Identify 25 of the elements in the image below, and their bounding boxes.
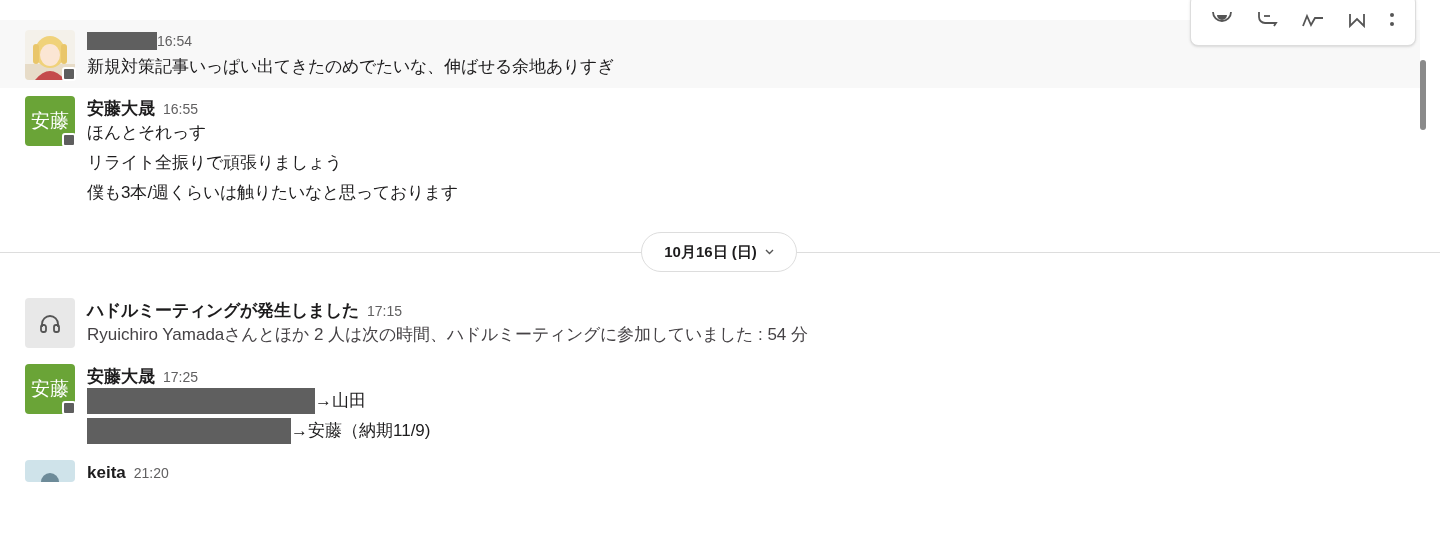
message-text: リライト全振りで頑張りましょう	[87, 152, 342, 175]
huddle-title: ハドルミーティングが発生しました	[87, 300, 359, 322]
timestamp[interactable]: 17:25	[163, 367, 199, 388]
message-text: ほんとそれっす	[87, 122, 206, 145]
timestamp[interactable]: 17:15	[367, 301, 403, 322]
sender-name[interactable]: 安藤大晟	[87, 96, 155, 122]
more-icon[interactable]	[1389, 12, 1396, 28]
status-icon	[62, 133, 76, 147]
message-text: →山田	[315, 390, 366, 413]
timestamp[interactable]: 21:20	[133, 463, 169, 484]
chevron-down-icon	[764, 249, 774, 255]
message-text: 僕も3本/週くらいは触りたいなと思っております	[87, 182, 459, 205]
message-text: 新規対策記事いっぱい出てきたのめでたいな、伸ばせる余地ありすぎ	[87, 56, 614, 79]
message-text: →安藤（納期11/9)	[291, 420, 431, 443]
message-text: Ryuichiro Yamadaさんとほか 2 人は次の時間、ハドルミーティングに参加していました : 54 分	[87, 324, 809, 347]
date-divider-button[interactable]: 10月16日 (日)	[641, 232, 797, 272]
scrollbar-thumb[interactable]	[1420, 60, 1426, 130]
sender-name[interactable]: 安藤大晟	[87, 364, 155, 390]
status-icon	[62, 67, 76, 81]
sender-name[interactable]: keita	[87, 460, 126, 486]
comment-icon[interactable]	[1255, 12, 1278, 28]
timestamp[interactable]: 16:54	[157, 30, 193, 52]
headphones-icon	[39, 313, 61, 333]
timestamp[interactable]: 16:55	[163, 99, 199, 120]
status-icon	[62, 401, 76, 415]
